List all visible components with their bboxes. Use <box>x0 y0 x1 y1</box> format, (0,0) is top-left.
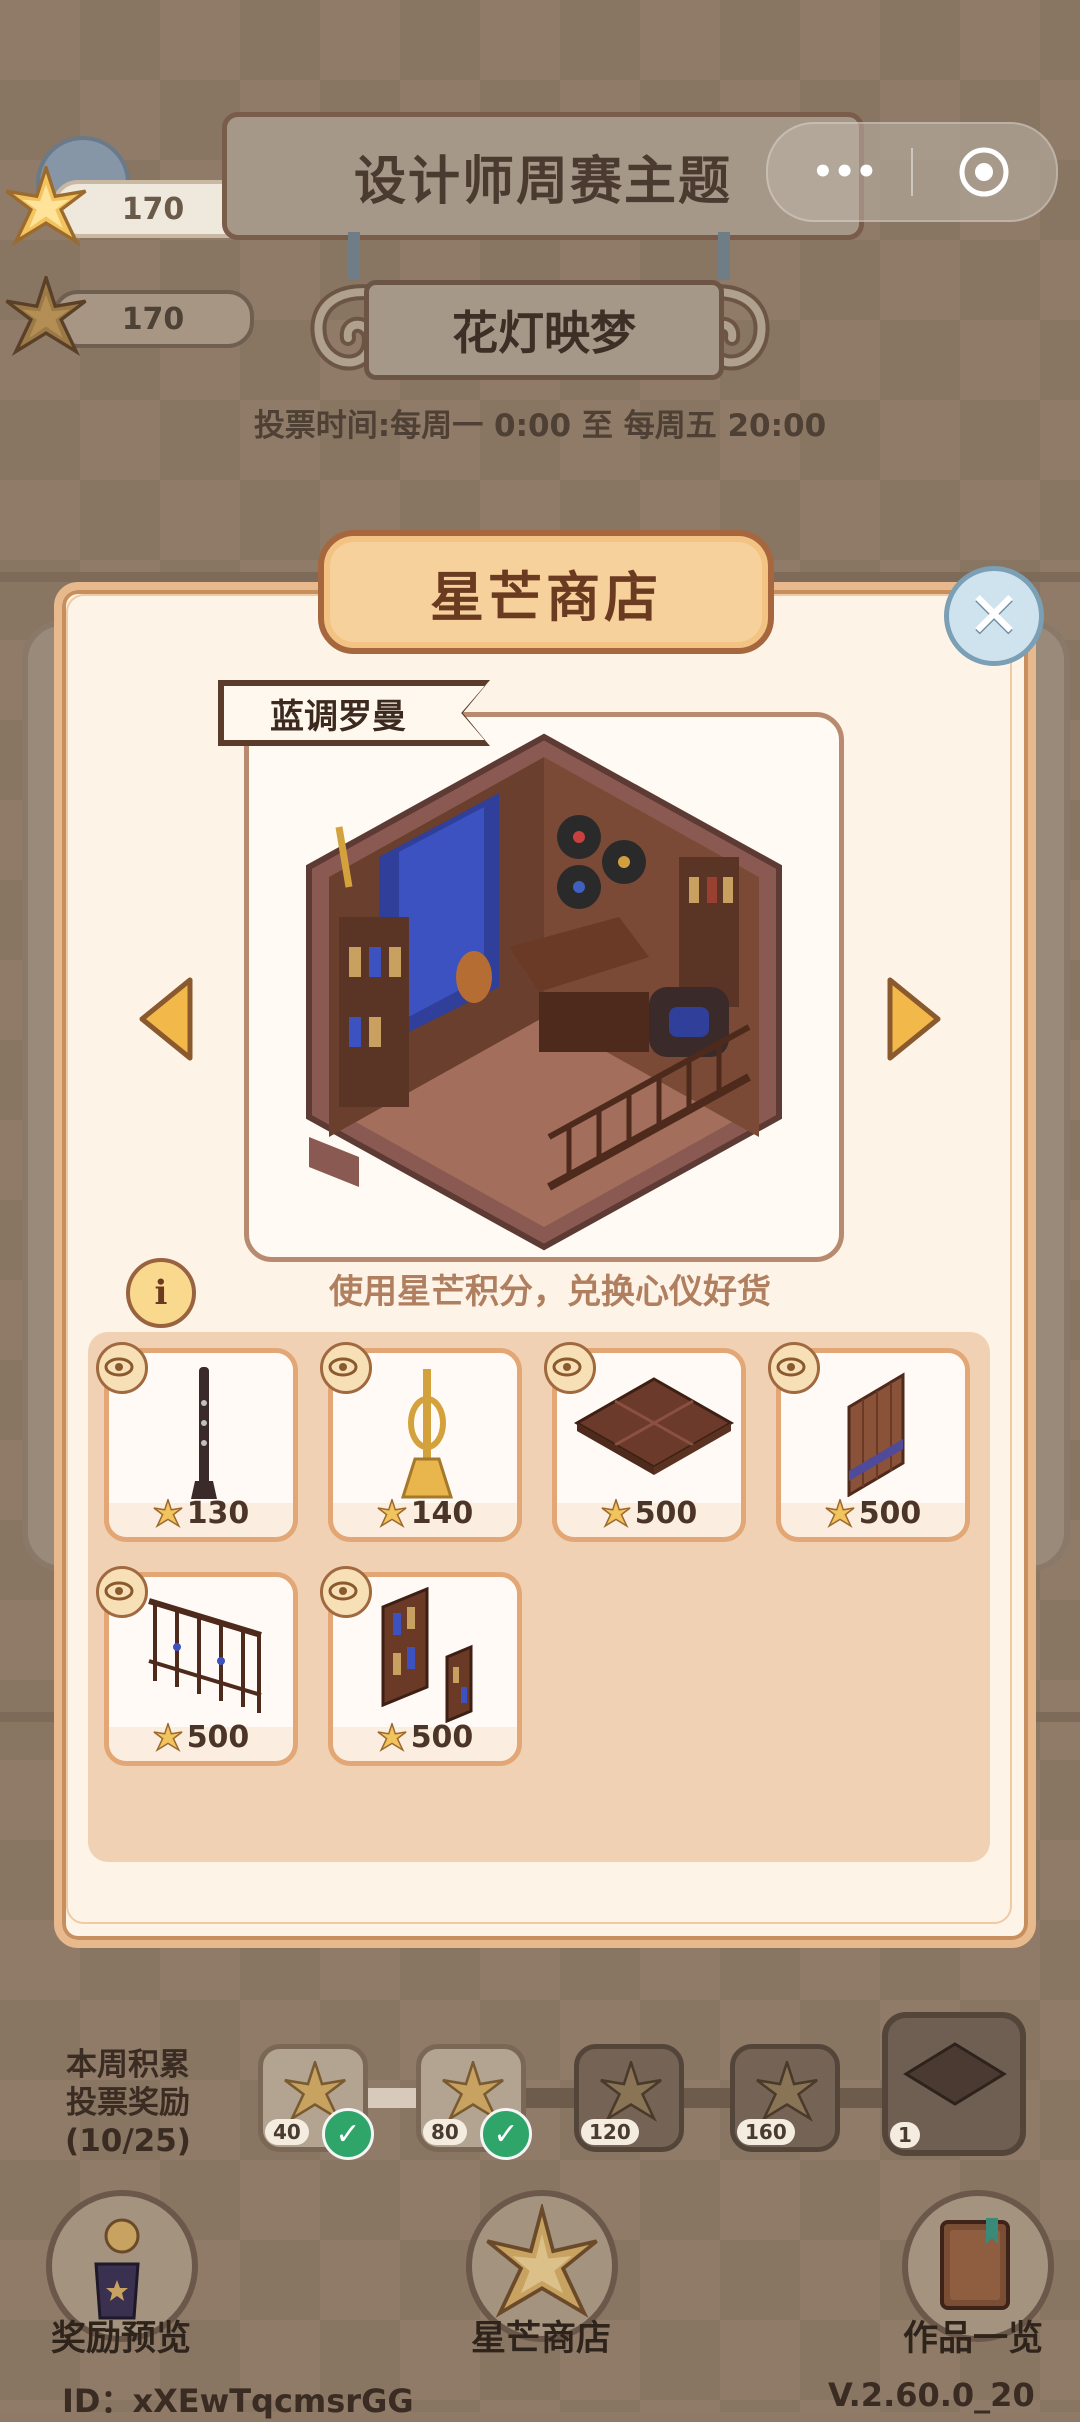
item-price-value: 500 <box>634 1496 698 1531</box>
star-icon <box>377 1722 407 1752</box>
wood-floor-tile-icon <box>573 1377 735 1475</box>
reward-node-value: 40 <box>265 2119 309 2145</box>
reward-node[interactable]: 120 <box>574 2044 684 2152</box>
wood-wall-panel-icon <box>847 1372 905 1497</box>
reward-preview-label[interactable]: 奖励预览 <box>26 2310 216 2361</box>
star-points-value: 170 <box>121 191 185 227</box>
preview-eye-icon[interactable] <box>320 1342 372 1394</box>
preview-eye-icon[interactable] <box>320 1566 372 1618</box>
shop-hint: 使用星芒积分，兑换心仪好货 <box>329 1272 771 1312</box>
claimed-check-icon: ✓ <box>322 2108 374 2160</box>
reward-label-line: 投票奖励 <box>66 2085 190 2121</box>
bottle-shelf-wall-icon <box>381 1587 473 1723</box>
trophy-icon <box>94 2218 140 2320</box>
vote-time-text: 投票时间:每周一 0:00 至 每周五 20:00 <box>253 408 827 444</box>
item-price-value: 500 <box>410 1720 474 1755</box>
capsule-divider <box>911 148 913 196</box>
star-icon <box>5 166 87 246</box>
set-name-tag: 蓝调罗曼 <box>220 682 488 744</box>
star-icon <box>5 276 87 356</box>
item-price: 140 <box>333 1496 517 1531</box>
star-icon <box>153 1498 183 1528</box>
star-icon <box>377 1498 407 1528</box>
reward-node-value: 80 <box>423 2119 467 2145</box>
reward-node[interactable]: 160 <box>730 2044 840 2152</box>
stair-railing-icon <box>148 1598 262 1713</box>
item-price-value: 130 <box>186 1496 250 1531</box>
item-price: 500 <box>781 1496 965 1531</box>
weekly-vote-reward-label: 本周积累 投票奖励 (10/25) <box>48 2046 208 2160</box>
version-text: V.2.60.0_20 <box>828 2376 1035 2414</box>
star-icon <box>601 1498 631 1528</box>
item-price: 500 <box>333 1720 517 1755</box>
reward-progress-count: (10/25) <box>65 2123 191 2159</box>
info-button[interactable]: i <box>126 1258 196 1328</box>
item-price: 500 <box>109 1720 293 1755</box>
item-price-value: 140 <box>410 1496 474 1531</box>
clarinet-icon <box>191 1367 217 1499</box>
item-price: 130 <box>109 1496 293 1531</box>
reward-node-value: 160 <box>737 2119 795 2145</box>
preview-eye-icon[interactable] <box>96 1342 148 1394</box>
item-price-value: 500 <box>858 1496 922 1531</box>
star-icon <box>600 2061 662 2122</box>
star-icon <box>756 2061 818 2122</box>
mini-program-capsule: ••• <box>766 122 1058 222</box>
star-icon <box>825 1498 855 1528</box>
works-list-label[interactable]: 作品一览 <box>878 2310 1068 2361</box>
trumpet-icon <box>400 1369 454 1499</box>
preview-eye-icon[interactable] <box>544 1342 596 1394</box>
next-arrow-icon[interactable] <box>884 976 944 1062</box>
reward-node-value: 120 <box>581 2119 639 2145</box>
reward-label-line: 本周积累 <box>66 2047 190 2083</box>
preview-eye-icon[interactable] <box>768 1342 820 1394</box>
room-preview-image <box>306 733 782 1251</box>
close-miniprogram-icon[interactable] <box>958 146 1010 198</box>
preview-eye-icon[interactable] <box>96 1566 148 1618</box>
player-id: ID：xXEwTqcmsrGG <box>62 2382 414 2420</box>
claimed-check-icon: ✓ <box>480 2108 532 2160</box>
item-price-value: 500 <box>186 1720 250 1755</box>
book-icon <box>940 2218 1010 2310</box>
star-shop-label[interactable]: 星芒商店 <box>446 2310 636 2361</box>
star-icon <box>153 1722 183 1752</box>
wood-floor-tile-icon <box>903 2042 1007 2106</box>
final-reward-node[interactable]: 1 <box>882 2012 1026 2156</box>
previous-arrow-icon[interactable] <box>136 976 196 1062</box>
close-button[interactable]: ✕ <box>944 566 1044 666</box>
room-preview-frame <box>244 712 844 1262</box>
more-options-icon[interactable]: ••• <box>812 154 877 190</box>
theme-subtitle: 花灯映梦 <box>364 280 724 380</box>
shop-title: 星芒商店 <box>318 530 774 654</box>
item-price: 500 <box>557 1496 741 1531</box>
reward-node-value: 1 <box>890 2122 920 2148</box>
star-points-value: 170 <box>121 301 185 337</box>
